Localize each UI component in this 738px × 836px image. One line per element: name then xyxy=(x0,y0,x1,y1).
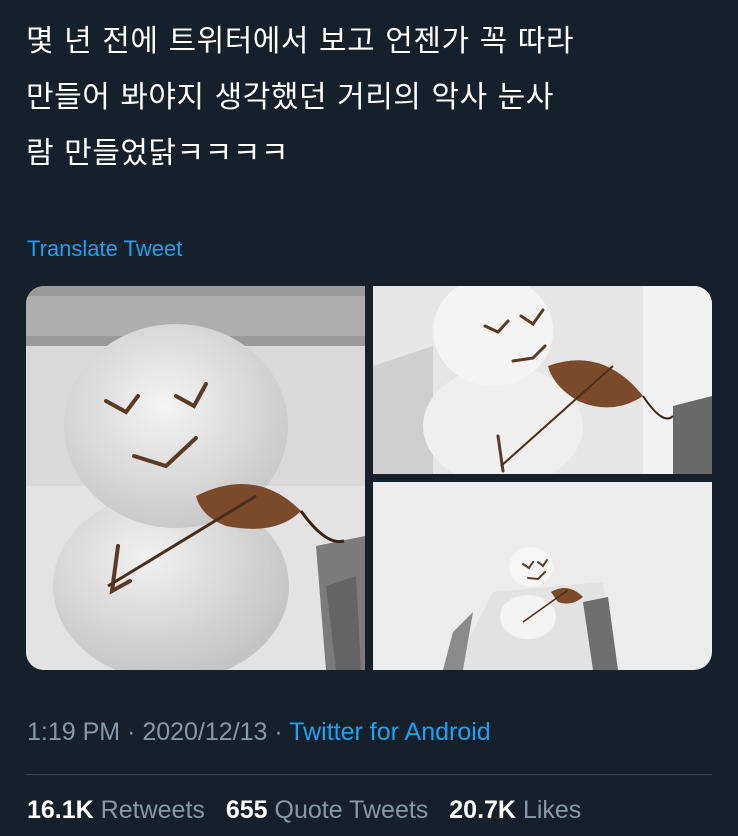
meta-separator: · xyxy=(267,718,290,746)
tweet-date: 2020/12/13 xyxy=(142,718,268,746)
quote-tweets-label: Quote Tweets xyxy=(274,796,429,824)
quote-tweets-count: 655 xyxy=(225,796,268,824)
tweet-time: 1:19 PM xyxy=(27,718,121,746)
likes-label: Likes xyxy=(522,796,582,824)
likes-stat[interactable]: 20.7K Likes xyxy=(449,796,581,824)
tweet-source-link[interactable]: Twitter for Android xyxy=(289,718,490,746)
tweet-text: 몇 년 전에 트위터에서 보고 언젠가 꼭 따라 만들어 봐야지 생각했던 거리… xyxy=(26,24,574,171)
photo-snowman-side[interactable] xyxy=(373,286,712,474)
photo-snowman-closeup[interactable] xyxy=(26,286,365,670)
retweets-count: 16.1K xyxy=(27,796,94,824)
retweets-stat[interactable]: 16.1K Retweets xyxy=(27,796,205,824)
meta-separator: · xyxy=(120,718,143,746)
quote-tweets-stat[interactable]: 655 Quote Tweets xyxy=(226,796,428,824)
tweet-stats: 16.1K Retweets 655 Quote Tweets 20.7K Li… xyxy=(27,796,595,825)
translate-tweet-link[interactable]: Translate Tweet xyxy=(27,236,182,262)
photo-snowman-wide[interactable] xyxy=(373,482,712,670)
divider xyxy=(26,774,712,775)
tweet-meta: 1:19 PM · 2020/12/13 · Twitter for Andro… xyxy=(27,718,491,747)
likes-count: 20.7K xyxy=(449,796,516,824)
retweets-label: Retweets xyxy=(100,796,205,824)
